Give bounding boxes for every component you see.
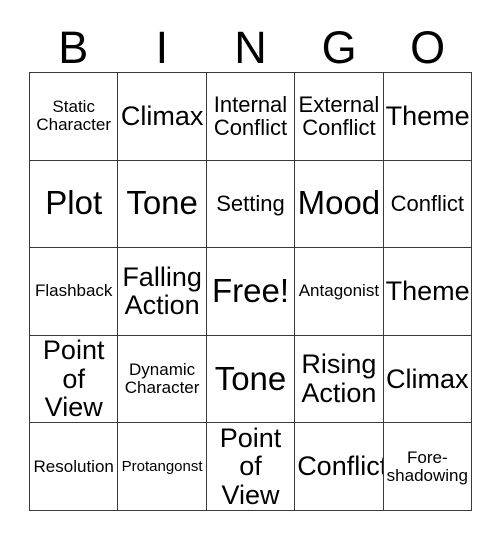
bingo-cell-label: Fore- shadowing: [386, 447, 468, 485]
bingo-cell-label: Conflict: [390, 191, 464, 217]
bingo-header-letter-i: I: [155, 22, 169, 73]
bingo-cell[interactable]: Resolution: [30, 423, 119, 511]
bingo-cell[interactable]: Conflict: [295, 423, 384, 511]
bingo-cell[interactable]: External Conflict: [295, 73, 384, 161]
bingo-cell[interactable]: Setting: [206, 160, 296, 249]
bingo-cell[interactable]: Internal Conflict: [206, 73, 296, 161]
bingo-cell-label: Theme: [385, 100, 470, 131]
bingo-cell-label: Mood: [297, 184, 381, 222]
bingo-cell[interactable]: Protangonst: [118, 423, 207, 511]
bingo-cell-label: Protangonst: [121, 457, 203, 475]
bingo-cell-label: Plot: [45, 184, 103, 222]
bingo-cell[interactable]: Flashback: [30, 248, 119, 336]
bingo-cell[interactable]: Antagonist: [295, 248, 384, 336]
bingo-cell[interactable]: Climax: [118, 73, 207, 161]
bingo-cell-label: Static Character: [36, 97, 112, 135]
bingo-cell-label: Antagonist: [298, 281, 380, 301]
bingo-header-row: B I N G O: [29, 14, 472, 72]
bingo-cell-label: Setting: [216, 191, 285, 217]
bingo-cell[interactable]: Falling Action: [118, 248, 207, 336]
bingo-cell-label: Conflict: [297, 451, 384, 482]
bingo-cell-label: Resolution: [33, 456, 114, 476]
bingo-cell-label: Point of View: [219, 423, 282, 510]
bingo-cell[interactable]: Theme: [383, 73, 472, 161]
bingo-header-letter-o: O: [410, 22, 446, 73]
bingo-cell-label: Dynamic Character: [124, 360, 200, 398]
bingo-cell-free[interactable]: Free!: [206, 248, 296, 336]
bingo-cell-label: Rising Action: [301, 349, 377, 409]
bingo-cell-label: Tone: [126, 184, 198, 222]
bingo-cell[interactable]: Theme: [383, 248, 472, 336]
bingo-cell-label: Climax: [120, 100, 204, 131]
bingo-cell-label: Falling Action: [122, 261, 202, 321]
bingo-cell-label: Point of View: [42, 335, 105, 423]
bingo-cell[interactable]: Climax: [383, 335, 472, 424]
bingo-cell-label: Flashback: [34, 281, 113, 301]
bingo-header-letter-n: N: [234, 22, 267, 73]
bingo-cell[interactable]: Tone: [118, 160, 207, 249]
bingo-cell[interactable]: Mood: [295, 160, 384, 249]
bingo-cell-label: External Conflict: [298, 91, 380, 141]
bingo-cell-label: Climax: [386, 363, 469, 394]
bingo-cell-label: Internal Conflict: [213, 91, 288, 141]
bingo-cell[interactable]: Rising Action: [295, 335, 384, 424]
bingo-cell[interactable]: Conflict: [383, 160, 472, 249]
bingo-cell[interactable]: Static Character: [30, 73, 119, 161]
bingo-cell[interactable]: Dynamic Character: [118, 335, 207, 424]
bingo-header-letter-b: B: [58, 22, 89, 73]
bingo-cell[interactable]: Fore- shadowing: [383, 423, 472, 511]
bingo-cell-label: Free!: [211, 272, 289, 309]
bingo-cell-label: Tone: [214, 359, 287, 397]
bingo-cell[interactable]: Tone: [206, 335, 296, 424]
bingo-cell-label: Theme: [385, 276, 470, 307]
bingo-card: B I N G O Static Character Climax Intern…: [0, 0, 500, 544]
bingo-grid: Static Character Climax Internal Conflic…: [29, 72, 472, 511]
bingo-cell[interactable]: Point of View: [30, 335, 119, 424]
bingo-cell[interactable]: Point of View: [206, 423, 296, 511]
bingo-header-letter-g: G: [321, 22, 357, 73]
bingo-cell[interactable]: Plot: [30, 160, 119, 249]
